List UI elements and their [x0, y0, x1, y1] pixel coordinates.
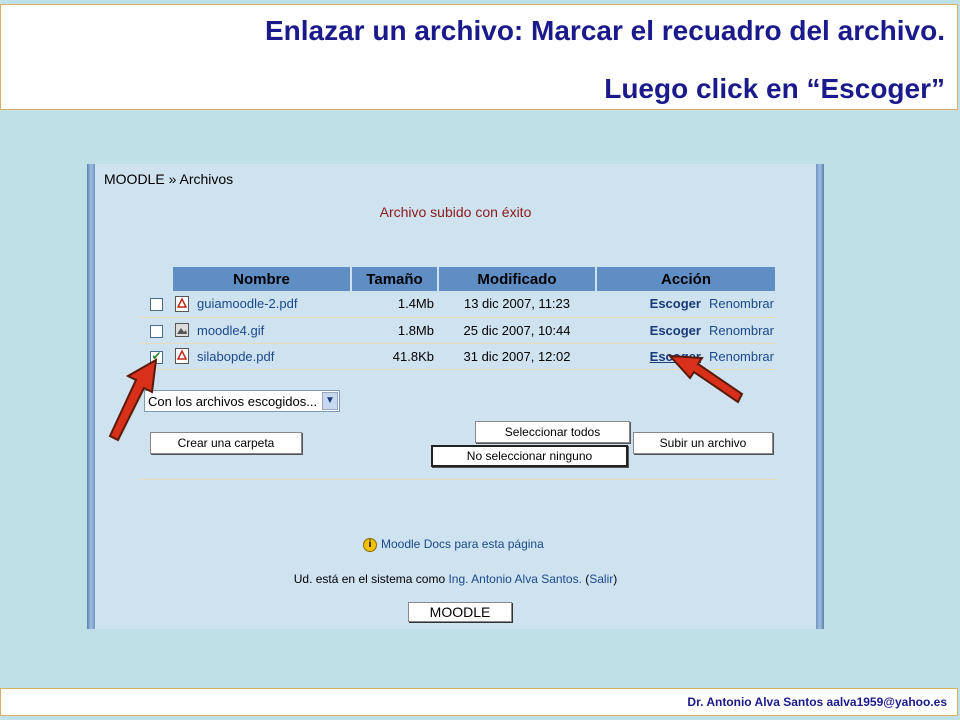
slide-title-box: Enlazar un archivo: Marcar el recuadro d…: [0, 4, 958, 110]
column-header-name[interactable]: Nombre: [173, 267, 352, 291]
file-checkbox[interactable]: [149, 324, 163, 338]
divider: [139, 479, 777, 480]
create-folder-button[interactable]: Crear una carpeta: [150, 432, 302, 454]
file-modified: 13 dic 2007, 11:23: [438, 291, 596, 318]
window-left-border: [87, 164, 95, 629]
breadcrumb: MOODLE » Archivos: [104, 171, 233, 187]
slide-footer: Dr. Antonio Alva Santos aalva1959@yahoo.…: [687, 695, 947, 709]
success-message: Archivo subido con éxito: [379, 204, 532, 220]
image-file-icon: [175, 323, 189, 338]
logged-in-info: Ud. está en el sistema como Ing. Antonio…: [87, 572, 824, 586]
slide-footer-box: Dr. Antonio Alva Santos aalva1959@yahoo.…: [0, 688, 958, 716]
red-arrow-to-checkbox: [108, 358, 158, 442]
slide-title-line-2: Luego click en “Escoger”: [604, 73, 945, 104]
select-all-button[interactable]: Seleccionar todos: [475, 421, 630, 443]
column-header-modified[interactable]: Modificado: [438, 267, 597, 291]
moodle-home-button[interactable]: MOODLE: [408, 602, 512, 622]
select-none-button[interactable]: No seleccionar ninguno: [431, 445, 628, 467]
file-name-link[interactable]: moodle4.gif: [197, 323, 264, 338]
pdf-file-icon: [175, 296, 189, 313]
file-name-link[interactable]: silabopde.pdf: [197, 349, 274, 364]
window-right-border: [816, 164, 824, 629]
logged-in-prefix: Ud. está en el sistema como: [293, 572, 449, 586]
bulk-action-select-value: Con los archivos escogidos...: [148, 394, 318, 409]
pdf-file-icon: [175, 348, 189, 365]
rename-link[interactable]: Renombrar: [709, 296, 774, 311]
moodle-docs-link[interactable]: i Moodle Docs para esta página: [363, 537, 544, 552]
user-profile-link[interactable]: Ing. Antonio Alva Santos.: [448, 572, 581, 586]
rename-link[interactable]: Renombrar: [709, 323, 774, 338]
bulk-action-select[interactable]: Con los archivos escogidos... ▼: [144, 390, 340, 412]
logout-close: ): [613, 572, 618, 586]
table-row: moodle4.gif 1.8Mb 25 dic 2007, 10:44 Esc…: [139, 317, 776, 344]
choose-link[interactable]: Escoger: [650, 296, 701, 311]
file-size: 41.8Kb: [351, 343, 438, 370]
file-modified: 25 dic 2007, 10:44: [438, 317, 596, 344]
slide-title-line-1: Enlazar un archivo: Marcar el recuadro d…: [264, 15, 945, 46]
table-row: guiamoodle-2.pdf 1.4Mb 13 dic 2007, 11:2…: [139, 291, 776, 318]
file-size: 1.8Mb: [351, 317, 438, 344]
file-size: 1.4Mb: [351, 291, 438, 318]
file-name-link[interactable]: guiamoodle-2.pdf: [197, 297, 297, 312]
upload-file-button[interactable]: Subir un archivo: [633, 432, 773, 454]
chevron-down-icon[interactable]: ▼: [322, 392, 338, 410]
column-header-size[interactable]: Tamaño: [351, 267, 439, 291]
info-icon: i: [363, 537, 377, 552]
logout-link[interactable]: Salir: [589, 572, 613, 586]
red-arrow-to-choose: [668, 354, 744, 404]
moodle-docs-label[interactable]: Moodle Docs para esta página: [381, 537, 544, 551]
choose-link[interactable]: Escoger: [650, 323, 701, 338]
file-checkbox[interactable]: [149, 298, 163, 312]
breadcrumb-separator: »: [164, 171, 180, 187]
breadcrumb-current: Archivos: [179, 171, 234, 187]
breadcrumb-root-link[interactable]: MOODLE: [104, 171, 165, 187]
column-header-action: Acción: [596, 267, 777, 291]
header-checkbox-spacer: [139, 267, 173, 291]
file-modified: 31 dic 2007, 12:02: [438, 343, 596, 370]
